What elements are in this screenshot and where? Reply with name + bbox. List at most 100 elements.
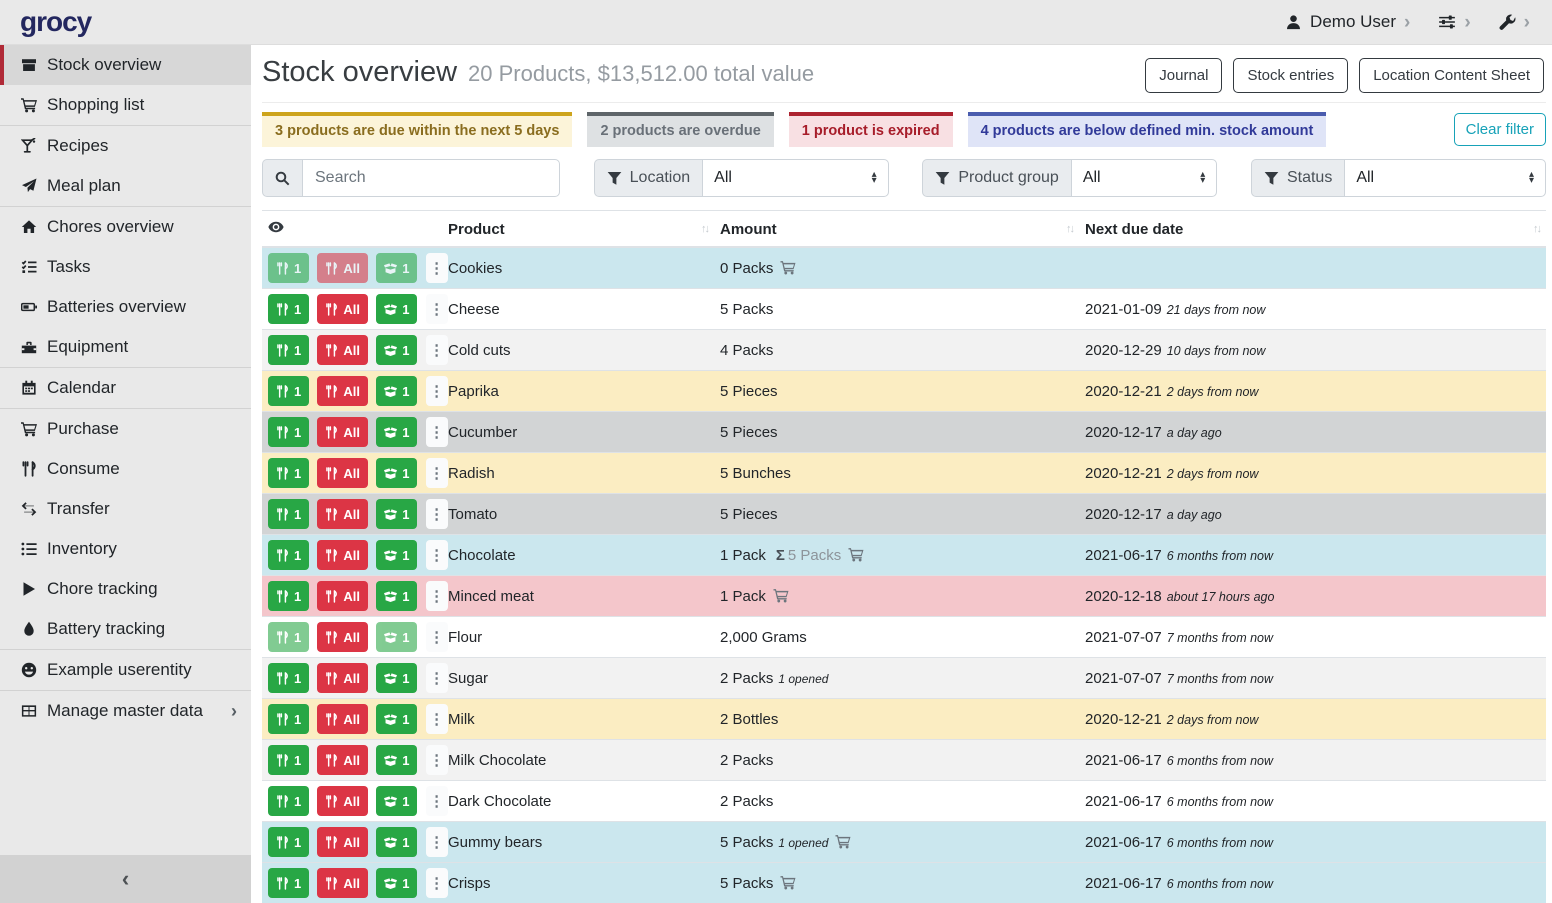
row-menu-button[interactable]: ⋮: [426, 704, 448, 734]
status-filter-badge[interactable]: 2 products are overdue: [587, 112, 773, 147]
row-menu-button[interactable]: ⋮: [426, 499, 448, 529]
consume-one-button[interactable]: 1: [268, 581, 309, 611]
status-filter-badge[interactable]: 1 product is expired: [789, 112, 953, 147]
clear-filter-button[interactable]: Clear filter: [1454, 113, 1546, 146]
consume-all-button[interactable]: All: [317, 294, 368, 324]
consume-one-button[interactable]: 1: [268, 458, 309, 488]
consume-one-button[interactable]: 1: [268, 622, 309, 652]
row-menu-button[interactable]: ⋮: [426, 581, 448, 611]
filter-select[interactable]: All ▴▾: [702, 159, 889, 197]
sidebar-item-calendar[interactable]: Calendar ›: [0, 368, 251, 408]
consume-all-button[interactable]: All: [317, 458, 368, 488]
sidebar-item-battery-tracking[interactable]: Battery tracking ›: [0, 609, 251, 649]
sidebar-item-stock-overview[interactable]: Stock overview ›: [0, 45, 251, 85]
open-one-button[interactable]: 1: [376, 376, 417, 406]
sidebar-item-equipment[interactable]: Equipment ›: [0, 327, 251, 367]
consume-one-button[interactable]: 1: [268, 745, 309, 775]
sidebar-item-purchase[interactable]: Purchase ›: [0, 409, 251, 449]
consume-all-button[interactable]: All: [317, 827, 368, 857]
open-one-button[interactable]: 1: [376, 253, 417, 283]
open-one-button[interactable]: 1: [376, 622, 417, 652]
row-menu-button[interactable]: ⋮: [426, 622, 448, 652]
row-menu-button[interactable]: ⋮: [426, 868, 448, 898]
consume-one-button[interactable]: 1: [268, 663, 309, 693]
status-filter-badge[interactable]: 4 products are below defined min. stock …: [968, 112, 1327, 147]
open-one-button[interactable]: 1: [376, 704, 417, 734]
open-one-button[interactable]: 1: [376, 499, 417, 529]
consume-one-button[interactable]: 1: [268, 376, 309, 406]
consume-all-button[interactable]: All: [317, 376, 368, 406]
sidebar-item-manage-master-data[interactable]: Manage master data ›: [0, 691, 251, 731]
consume-one-button[interactable]: 1: [268, 540, 309, 570]
stock-entries-button[interactable]: Stock entries: [1233, 58, 1348, 93]
grocy-logo[interactable]: grocy: [20, 6, 91, 38]
row-menu-button[interactable]: ⋮: [426, 294, 448, 324]
sidebar-item-inventory[interactable]: Inventory ›: [0, 529, 251, 569]
consume-all-button[interactable]: All: [317, 704, 368, 734]
open-one-button[interactable]: 1: [376, 294, 417, 324]
open-one-button[interactable]: 1: [376, 868, 417, 898]
sidebar-item-tasks[interactable]: Tasks ›: [0, 247, 251, 287]
consume-all-button[interactable]: All: [317, 868, 368, 898]
consume-all-button[interactable]: All: [317, 581, 368, 611]
sidebar-item-batteries-overview[interactable]: Batteries overview ›: [0, 287, 251, 327]
consume-one-button[interactable]: 1: [268, 294, 309, 324]
open-one-button[interactable]: 1: [376, 745, 417, 775]
sidebar-item-recipes[interactable]: Recipes ›: [0, 126, 251, 166]
row-menu-button[interactable]: ⋮: [426, 417, 448, 447]
sidebar-item-consume[interactable]: Consume ›: [0, 449, 251, 489]
consume-one-button[interactable]: 1: [268, 786, 309, 816]
consume-all-button[interactable]: All: [317, 663, 368, 693]
consume-all-button[interactable]: All: [317, 540, 368, 570]
search-input[interactable]: [302, 159, 560, 197]
open-one-button[interactable]: 1: [376, 827, 417, 857]
column-header-amount[interactable]: Amount ↑↓: [714, 211, 1079, 248]
consume-one-button[interactable]: 1: [268, 827, 309, 857]
consume-all-button[interactable]: All: [317, 745, 368, 775]
shopping-cart-icon[interactable]: [780, 875, 796, 890]
open-one-button[interactable]: 1: [376, 417, 417, 447]
sidebar-item-chore-tracking[interactable]: Chore tracking ›: [0, 569, 251, 609]
row-menu-button[interactable]: ⋮: [426, 458, 448, 488]
sidebar-item-shopping-list[interactable]: Shopping list ›: [0, 85, 251, 125]
consume-one-button[interactable]: 1: [268, 868, 309, 898]
shopping-cart-icon[interactable]: [773, 588, 789, 603]
shopping-cart-icon[interactable]: [780, 260, 796, 275]
filter-select[interactable]: All ▴▾: [1071, 159, 1217, 197]
row-menu-button[interactable]: ⋮: [426, 540, 448, 570]
consume-one-button[interactable]: 1: [268, 417, 309, 447]
consume-all-button[interactable]: All: [317, 622, 368, 652]
row-menu-button[interactable]: ⋮: [426, 745, 448, 775]
consume-one-button[interactable]: 1: [268, 253, 309, 283]
open-one-button[interactable]: 1: [376, 581, 417, 611]
open-one-button[interactable]: 1: [376, 663, 417, 693]
consume-all-button[interactable]: All: [317, 253, 368, 283]
row-menu-button[interactable]: ⋮: [426, 827, 448, 857]
consume-one-button[interactable]: 1: [268, 499, 309, 529]
row-menu-button[interactable]: ⋮: [426, 786, 448, 816]
open-one-button[interactable]: 1: [376, 786, 417, 816]
location-content-sheet-button[interactable]: Location Content Sheet: [1359, 58, 1544, 93]
sidebar-item-chores-overview[interactable]: Chores overview ›: [0, 207, 251, 247]
open-one-button[interactable]: 1: [376, 540, 417, 570]
journal-button[interactable]: Journal: [1145, 58, 1222, 93]
consume-one-button[interactable]: 1: [268, 704, 309, 734]
sidebar-item-meal-plan[interactable]: Meal plan ›: [0, 166, 251, 206]
row-menu-button[interactable]: ⋮: [426, 663, 448, 693]
admin-menu[interactable]: ›: [1499, 13, 1530, 32]
shopping-cart-icon[interactable]: [848, 547, 864, 562]
row-menu-button[interactable]: ⋮: [426, 253, 448, 283]
consume-all-button[interactable]: All: [317, 786, 368, 816]
consume-all-button[interactable]: All: [317, 417, 368, 447]
consume-all-button[interactable]: All: [317, 335, 368, 365]
column-header-product[interactable]: Product ↑↓: [442, 211, 714, 248]
open-one-button[interactable]: 1: [376, 458, 417, 488]
consume-one-button[interactable]: 1: [268, 335, 309, 365]
column-header-next-due-date[interactable]: Next due date ↑↓: [1079, 211, 1546, 248]
open-one-button[interactable]: 1: [376, 335, 417, 365]
filter-select[interactable]: All ▴▾: [1344, 159, 1546, 197]
row-menu-button[interactable]: ⋮: [426, 376, 448, 406]
shopping-cart-icon[interactable]: [835, 834, 851, 849]
sidebar-item-transfer[interactable]: Transfer ›: [0, 489, 251, 529]
user-menu[interactable]: Demo User ›: [1285, 12, 1410, 32]
